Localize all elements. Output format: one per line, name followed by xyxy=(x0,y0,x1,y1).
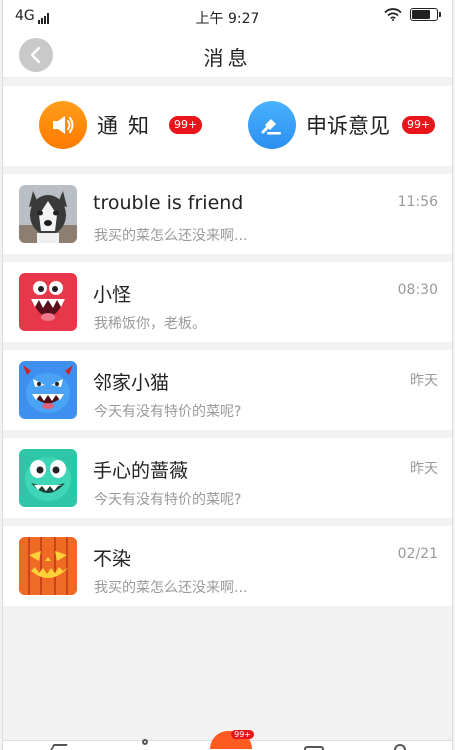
message-preview: 我稀饭你，老板。 xyxy=(94,316,206,332)
message-item[interactable]: 邻家小猫 昨天 今天有没有特价的菜呢? xyxy=(3,350,452,430)
battery-icon xyxy=(410,8,441,21)
message-time: 08:30 xyxy=(397,282,438,298)
hammer-icon xyxy=(248,101,296,149)
quick-actions: 通知 99+ 申诉意见 99+ xyxy=(3,86,452,166)
home-icon[interactable] xyxy=(50,744,68,750)
page-title: 消息 xyxy=(203,46,252,70)
message-item[interactable]: 手心的蔷薇 昨天 今天有没有特价的菜呢? xyxy=(3,438,452,518)
message-preview: 我买的菜怎么还没来啊... xyxy=(94,580,248,596)
category-icon[interactable] xyxy=(142,739,148,745)
complaint-entry[interactable]: 申诉意见 99+ xyxy=(248,101,436,149)
message-time: 02/21 xyxy=(397,546,438,562)
user-icon[interactable] xyxy=(394,744,406,750)
complaint-badge: 99+ xyxy=(402,116,436,134)
nav-bar: 消息 xyxy=(3,32,452,78)
message-tab-icon[interactable]: 99+ xyxy=(210,730,254,749)
message-item[interactable]: 不染 02/21 我买的菜怎么还没来啊... xyxy=(3,526,452,606)
red-monster-avatar xyxy=(19,273,77,331)
battery-level xyxy=(412,10,430,19)
speaker-icon xyxy=(39,101,87,149)
message-time: 昨天 xyxy=(410,373,438,389)
husky-avatar xyxy=(19,185,77,243)
contact-name: 不染 xyxy=(93,548,132,570)
wifi-icon xyxy=(384,8,402,21)
message-preview: 我买的菜怎么还没来啊... xyxy=(94,228,248,244)
phone-screen: 4G 上午 9:27 消息 通知 99+ 申诉意见 99+ trouble is… xyxy=(2,0,453,750)
contact-name: 邻家小猫 xyxy=(93,372,170,394)
contact-name: 小怪 xyxy=(93,284,132,306)
notification-label: 通知 xyxy=(97,114,159,138)
notification-entry[interactable]: 通知 99+ xyxy=(39,101,203,149)
message-time: 昨天 xyxy=(410,461,438,477)
complaint-label: 申诉意见 xyxy=(306,114,390,138)
contact-name: 手心的蔷薇 xyxy=(93,460,189,482)
message-preview: 今天有没有特价的菜呢? xyxy=(94,492,242,508)
blue-monster-avatar xyxy=(19,361,77,419)
bottom-tab-bar: 99+ xyxy=(3,730,452,750)
green-monster-avatar xyxy=(19,449,77,507)
contact-name: trouble is friend xyxy=(93,192,244,214)
pumpkin-avatar xyxy=(19,537,77,595)
tab-badge: 99+ xyxy=(231,730,254,739)
message-time: 11:56 xyxy=(397,194,438,210)
message-preview: 今天有没有特价的菜呢? xyxy=(94,404,242,420)
status-bar: 4G 上午 9:27 xyxy=(3,0,452,32)
message-item[interactable]: trouble is friend 11:56 我买的菜怎么还没来啊... xyxy=(3,174,452,254)
notification-badge: 99+ xyxy=(169,116,203,134)
cart-icon[interactable] xyxy=(304,746,324,750)
message-item[interactable]: 小怪 08:30 我稀饭你，老板。 xyxy=(3,262,452,342)
status-icons xyxy=(384,8,441,21)
